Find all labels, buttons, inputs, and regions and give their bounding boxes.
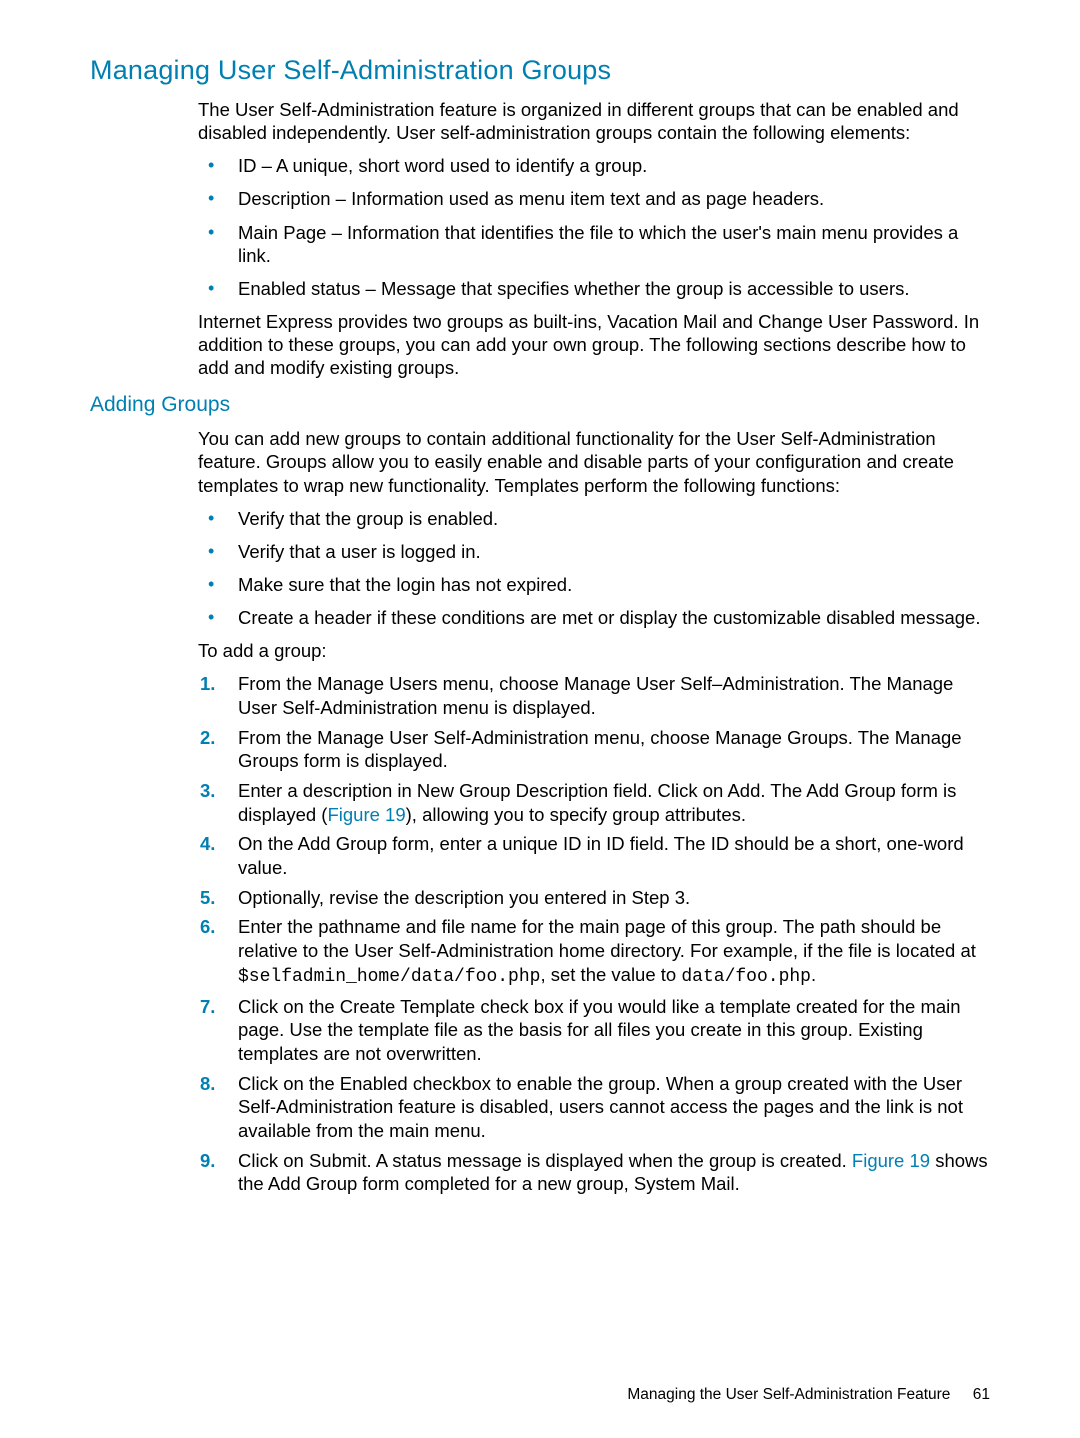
intro-after-paragraph: Internet Express provides two groups as … [198, 310, 990, 379]
list-item: Enabled status – Message that specifies … [198, 277, 990, 300]
figure-link[interactable]: Figure 19 [327, 804, 405, 825]
step-item: Optionally, revise the description you e… [198, 886, 990, 910]
section-heading: Managing User Self-Administration Groups [90, 55, 990, 86]
step-item: Click on Submit. A status message is dis… [198, 1149, 990, 1196]
step-text: , set the value to [540, 964, 681, 985]
page-footer: Managing the User Self-Administration Fe… [627, 1386, 990, 1404]
step-item: On the Add Group form, enter a unique ID… [198, 832, 990, 879]
intro-paragraph: The User Self-Administration feature is … [198, 98, 990, 144]
code-path: data/foo.php [681, 967, 811, 987]
step-text: ), allowing you to specify group attribu… [406, 804, 746, 825]
section-body: The User Self-Administration feature is … [198, 98, 990, 379]
list-item: Verify that the group is enabled. [198, 507, 990, 530]
subsection-body: You can add new groups to contain additi… [198, 427, 990, 1196]
list-item: ID – A unique, short word used to identi… [198, 154, 990, 177]
subsection-heading: Adding Groups [90, 393, 990, 417]
list-item: Description – Information used as menu i… [198, 187, 990, 210]
sub-bullet-list: Verify that the group is enabled. Verify… [198, 507, 990, 630]
figure-link[interactable]: Figure 19 [852, 1150, 930, 1171]
step-text: . [811, 964, 816, 985]
code-path: $selfadmin_home/data/foo.php [238, 967, 540, 987]
steps-list: From the Manage Users menu, choose Manag… [198, 672, 990, 1196]
step-text: Click on Submit. A status message is dis… [238, 1150, 852, 1171]
list-item: Make sure that the login has not expired… [198, 573, 990, 596]
step-text: Enter the pathname and file name for the… [238, 916, 976, 961]
list-item: Main Page – Information that identifies … [198, 221, 990, 267]
page: Managing User Self-Administration Groups… [0, 0, 1080, 1438]
step-item: Enter the pathname and file name for the… [198, 915, 990, 988]
page-number: 61 [973, 1386, 990, 1403]
step-item: Enter a description in New Group Descrip… [198, 779, 990, 826]
to-add-paragraph: To add a group: [198, 639, 990, 662]
list-item: Create a header if these conditions are … [198, 606, 990, 629]
footer-title: Managing the User Self-Administration Fe… [627, 1386, 950, 1403]
list-item: Verify that a user is logged in. [198, 540, 990, 563]
step-item: Click on the Create Template check box i… [198, 995, 990, 1066]
step-item: From the Manage Users menu, choose Manag… [198, 672, 990, 719]
step-item: Click on the Enabled checkbox to enable … [198, 1072, 990, 1143]
sub-intro-paragraph: You can add new groups to contain additi… [198, 427, 990, 496]
step-item: From the Manage User Self-Administration… [198, 726, 990, 773]
intro-bullet-list: ID – A unique, short word used to identi… [198, 154, 990, 300]
